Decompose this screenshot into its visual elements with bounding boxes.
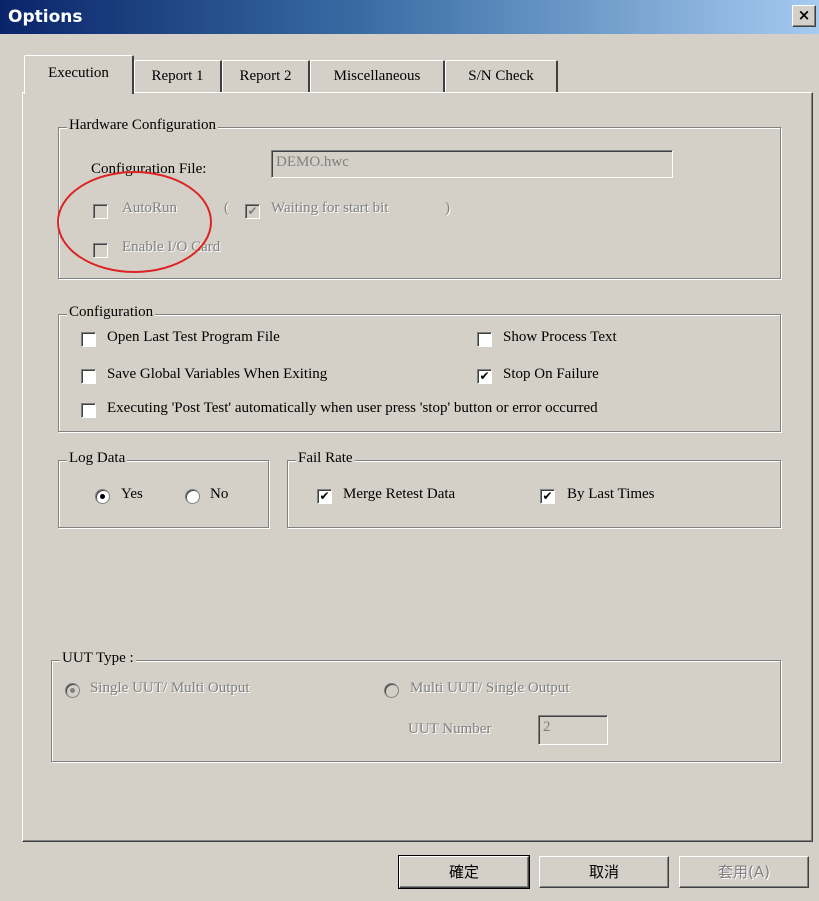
uut-number-label: UUT Number [408, 721, 492, 737]
tab-label: Report 1 [151, 68, 204, 84]
log-data-no-radio[interactable] [185, 489, 200, 504]
paren-close: ) [445, 200, 450, 216]
save-global-variables-checkbox[interactable] [81, 369, 96, 384]
tab-execution[interactable]: Execution [24, 55, 134, 94]
tab-label: Execution [48, 65, 109, 81]
show-process-text-label: Show Process Text [503, 329, 617, 345]
open-last-file-checkbox[interactable] [81, 332, 96, 347]
radio-dot [100, 494, 105, 499]
group-legend: Hardware Configuration [67, 117, 219, 134]
multi-uut-radio[interactable] [384, 683, 399, 698]
title-bar: Options × [0, 0, 819, 34]
log-data-yes-radio[interactable] [95, 489, 110, 504]
paren-open: ( [224, 200, 229, 216]
single-uut-label: Single UUT/ Multi Output [90, 680, 250, 696]
close-button[interactable]: × [792, 5, 816, 27]
enable-io-card-label: Enable I/O Card [122, 239, 221, 255]
group-legend: Log Data [67, 450, 128, 467]
check-mark-icon: ✔ [247, 204, 258, 218]
tab-sn-check[interactable]: S/N Check [445, 60, 558, 92]
group-legend: Fail Rate [296, 450, 355, 467]
by-last-times-label: By Last Times [567, 486, 655, 502]
uut-type-group: UUT Type : Single UUT/ Multi Output Mult… [51, 650, 781, 762]
by-last-times-checkbox[interactable]: ✔ [540, 489, 555, 504]
tab-label: S/N Check [468, 68, 534, 84]
single-uut-radio[interactable] [65, 683, 80, 698]
waiting-start-bit-checkbox[interactable]: ✔ [245, 204, 260, 219]
post-test-auto-checkbox[interactable] [81, 403, 96, 418]
tab-label: Report 2 [239, 68, 292, 84]
fail-rate-group: Fail Rate ✔ Merge Retest Data ✔ By Last … [287, 450, 781, 528]
check-mark-icon: ✔ [479, 369, 490, 383]
check-mark-icon: ✔ [319, 489, 330, 503]
tab-report-1[interactable]: Report 1 [134, 60, 222, 92]
configuration-group: Configuration Open Last Test Program Fil… [58, 304, 781, 432]
ok-button[interactable]: 確定 [398, 855, 530, 889]
apply-button[interactable]: 套用(A) [679, 856, 809, 888]
log-data-group: Log Data Yes No [58, 450, 269, 528]
window-title: Options [8, 7, 83, 27]
config-file-label: Configuration File: [91, 161, 207, 177]
show-process-text-checkbox[interactable] [477, 332, 492, 347]
hardware-configuration-group: Hardware Configuration Configuration Fil… [58, 117, 781, 279]
close-icon: × [797, 6, 811, 24]
post-test-auto-label: Executing 'Post Test' automatically when… [107, 400, 598, 416]
waiting-start-bit-label: Waiting for start bit [271, 200, 389, 216]
merge-retest-data-checkbox[interactable]: ✔ [317, 489, 332, 504]
enable-io-card-checkbox[interactable] [93, 243, 108, 258]
stop-on-failure-label: Stop On Failure [503, 366, 599, 382]
log-data-yes-label: Yes [121, 486, 143, 502]
tab-miscellaneous[interactable]: Miscellaneous [310, 60, 445, 92]
save-global-variables-label: Save Global Variables When Exiting [107, 366, 328, 382]
stop-on-failure-checkbox[interactable]: ✔ [477, 369, 492, 384]
group-legend: UUT Type : [60, 650, 136, 667]
log-data-no-label: No [210, 486, 229, 502]
uut-number-input[interactable]: 2 [538, 715, 608, 745]
radio-dot [70, 688, 75, 693]
merge-retest-data-label: Merge Retest Data [343, 486, 456, 502]
group-legend: Configuration [67, 304, 156, 321]
tab-label: Miscellaneous [333, 68, 421, 84]
multi-uut-label: Multi UUT/ Single Output [410, 680, 570, 696]
config-file-input[interactable]: DEMO.hwc [271, 150, 673, 178]
check-mark-icon: ✔ [542, 489, 553, 503]
tab-report-2[interactable]: Report 2 [222, 60, 310, 92]
cancel-button[interactable]: 取消 [539, 856, 669, 888]
open-last-file-label: Open Last Test Program File [107, 329, 280, 345]
autorun-label: AutoRun [122, 200, 178, 216]
autorun-checkbox[interactable] [93, 204, 108, 219]
